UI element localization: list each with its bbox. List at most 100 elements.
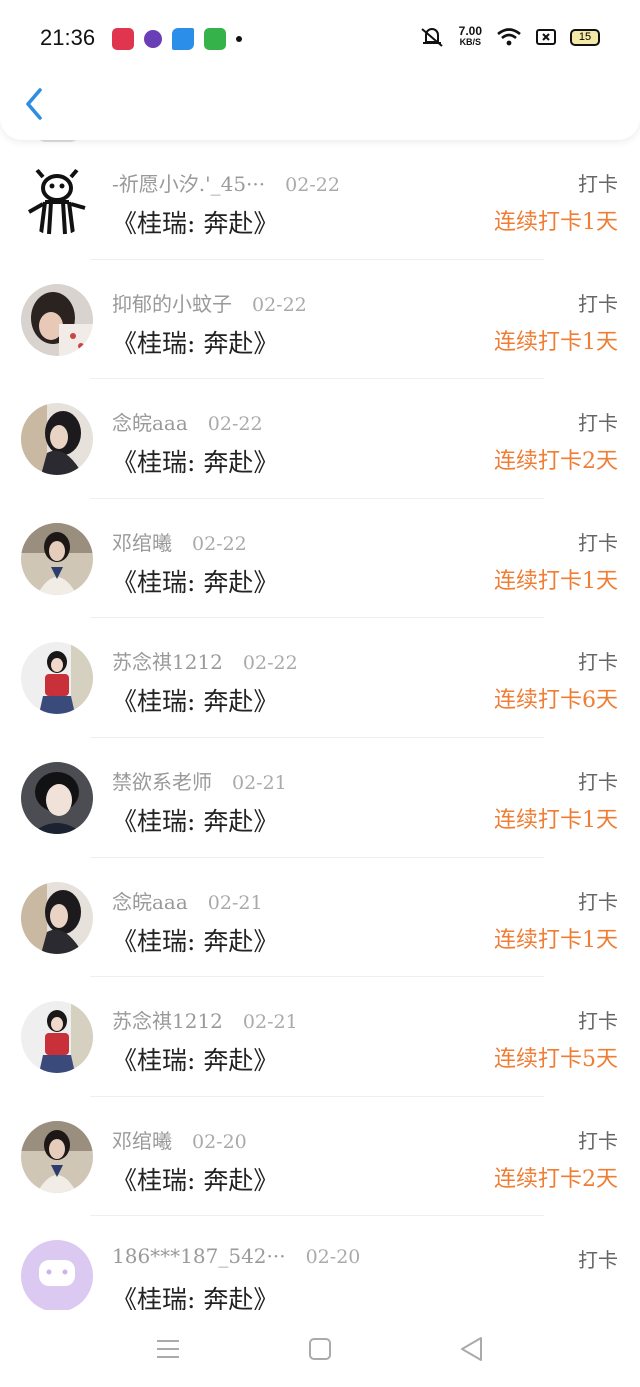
avatar[interactable] xyxy=(21,522,93,595)
record-type: 打卡 xyxy=(578,530,618,555)
status-time: 21:36 xyxy=(40,25,96,50)
username-text: 抑郁的小蚊子 xyxy=(112,291,232,316)
store-app-icon xyxy=(204,28,226,50)
streak-label: 连续打卡6天 xyxy=(494,688,618,714)
record-type: 打卡 xyxy=(578,1009,618,1034)
avatar[interactable] xyxy=(21,283,93,356)
list-item[interactable]: -祈愿小汐.'_45··· 02-22 《桂瑞: 奔赴》 打卡连续打卡1天 xyxy=(0,140,640,260)
chat-app-icon xyxy=(144,30,162,48)
book-title: 《桂瑞: 奔赴》 xyxy=(112,209,279,238)
username[interactable]: 苏念祺1212 02-22 xyxy=(112,646,298,675)
back-triangle-icon[interactable] xyxy=(457,1334,487,1364)
username[interactable]: 186***187_542··· 02-20 xyxy=(112,1244,360,1268)
record-type: 打卡 xyxy=(578,1128,618,1153)
book-title: 《桂瑞: 奔赴》 xyxy=(112,687,279,717)
list-item[interactable]: 邓绾曦 02-22 《桂瑞: 奔赴》 打卡连续打卡1天 xyxy=(0,499,640,619)
username[interactable]: 念皖aaa 02-22 xyxy=(112,407,263,436)
menu-icon[interactable] xyxy=(153,1334,183,1364)
book-title: 《桂瑞: 奔赴》 xyxy=(112,328,279,358)
streak-label: 连续打卡1天 xyxy=(494,329,618,355)
username-text: 邓绾曦 xyxy=(112,1128,172,1153)
system-nav-bar xyxy=(0,1310,640,1387)
checkin-date: 02-22 xyxy=(285,174,340,196)
book-title: 《桂瑞: 奔赴》 xyxy=(112,806,279,836)
header-card: 21:36 7.00 KB/S 15 xyxy=(0,0,640,140)
checkin-date: 02-21 xyxy=(242,1011,298,1034)
checkin-date: 02-20 xyxy=(192,1130,247,1153)
streak-label: 连续打卡5天 xyxy=(494,1047,618,1073)
username[interactable]: 苏念祺1212 02-21 xyxy=(112,1005,298,1034)
checkin-date: 02-20 xyxy=(305,1246,361,1269)
browser-app-icon xyxy=(172,28,194,50)
list-item[interactable]: 念皖aaa 02-21 《桂瑞: 奔赴》 打卡连续打卡1天 xyxy=(0,858,640,978)
username[interactable]: 邓绾曦 02-20 xyxy=(112,1125,247,1154)
network-speed-unit: KB/S xyxy=(459,37,482,47)
list-item[interactable]: 念皖aaa 02-22 《桂瑞: 奔赴》 打卡连续打卡2天 xyxy=(0,379,640,499)
username[interactable]: 邓绾曦 02-22 xyxy=(112,527,247,556)
checkin-date: 02-22 xyxy=(252,293,307,316)
username-text: -祈愿小汐.'_45··· xyxy=(112,172,266,196)
sim-icon xyxy=(536,29,556,45)
avatar[interactable] xyxy=(21,761,93,834)
checkin-date: 02-21 xyxy=(232,771,287,794)
avatar[interactable] xyxy=(21,1240,93,1313)
avatar[interactable] xyxy=(21,881,93,954)
checkin-date: 02-22 xyxy=(192,532,247,555)
record-type: 打卡 xyxy=(578,291,618,316)
list-item[interactable]: 苏念祺1212 02-21 《桂瑞: 奔赴》 打卡连续打卡5天 xyxy=(0,977,640,1097)
notification-icons xyxy=(112,28,242,50)
username-text: 苏念祺1212 xyxy=(112,1009,223,1034)
list-item[interactable]: 抑郁的小蚊子 02-22 《桂瑞: 奔赴》 打卡连续打卡1天 xyxy=(0,260,640,380)
record-type: 打卡 xyxy=(578,650,618,675)
avatar[interactable] xyxy=(21,164,93,236)
streak-label: 连续打卡1天 xyxy=(494,927,618,953)
checkin-date: 02-21 xyxy=(207,891,263,914)
avatar[interactable] xyxy=(21,1001,93,1074)
wifi-icon xyxy=(497,28,521,46)
streak-label: 连续打卡1天 xyxy=(494,807,618,833)
home-square-icon[interactable] xyxy=(305,1334,335,1364)
checkin-list: -祈愿小汐.'_45··· 02-22 《桂瑞: 奔赴》 打卡 连续打卡1天 抑郁的小蚊子… xyxy=(0,132,640,1336)
list-item[interactable]: 邓绾曦 02-20 《桂瑞: 奔赴》 打卡连续打卡2天 xyxy=(0,1097,640,1217)
book-title: 《桂瑞: 奔赴》 xyxy=(112,448,279,478)
video-app-icon xyxy=(112,28,134,50)
username[interactable]: 念皖aaa 02-21 xyxy=(112,886,263,915)
username-text: 邓绾曦 xyxy=(112,530,172,555)
checkin-date: 02-22 xyxy=(207,413,263,436)
list-item[interactable]: 禁欲系老师 02-21 《桂瑞: 奔赴》 打卡连续打卡1天 xyxy=(0,738,640,858)
status-bar: 21:36 7.00 KB/S 15 xyxy=(0,0,640,80)
record-type: 打卡 xyxy=(578,1248,618,1273)
record-type: 打卡 xyxy=(578,411,618,436)
username[interactable]: 抑郁的小蚊子 02-22 xyxy=(112,288,307,317)
username[interactable]: 禁欲系老师 02-21 xyxy=(112,766,287,795)
back-icon[interactable] xyxy=(20,86,50,122)
book-title: 《桂瑞: 奔赴》 xyxy=(112,1165,279,1195)
avatar[interactable] xyxy=(21,403,93,476)
record-type: 打卡 xyxy=(578,172,618,196)
book-title: 《桂瑞: 奔赴》 xyxy=(112,567,279,597)
book-title: 《桂瑞: 奔赴》 xyxy=(112,926,279,956)
system-icons: 7.00 KB/S 15 xyxy=(419,24,600,48)
username-text: 186***187_542··· xyxy=(112,1244,286,1269)
more-notifications-dot xyxy=(236,36,242,42)
network-speed-value: 7.00 xyxy=(458,24,482,38)
username[interactable]: -祈愿小汐.'_45··· 02-22 xyxy=(112,168,340,197)
streak-label: 连续打卡1天 xyxy=(494,210,618,235)
record-type: 打卡 xyxy=(578,769,618,794)
username-text: 禁欲系老师 xyxy=(112,769,212,794)
streak-label: 连续打卡1天 xyxy=(494,568,618,594)
battery-indicator: 15 xyxy=(570,28,600,46)
avatar[interactable] xyxy=(21,642,93,715)
checkin-date: 02-22 xyxy=(242,652,298,675)
list-item[interactable]: 苏念祺1212 02-22 《桂瑞: 奔赴》 打卡连续打卡6天 xyxy=(0,618,640,738)
username-text: 苏念祺1212 xyxy=(112,650,223,675)
avatar[interactable] xyxy=(21,1120,93,1193)
streak-label: 连续打卡2天 xyxy=(494,1166,618,1192)
record-type: 打卡 xyxy=(578,889,618,914)
network-speed: 7.00 KB/S xyxy=(458,24,482,48)
streak-label: 连续打卡2天 xyxy=(494,449,618,475)
mute-bell-icon xyxy=(420,28,443,47)
username-text: 念皖aaa xyxy=(112,889,188,914)
username-text: 念皖aaa xyxy=(112,411,188,436)
book-title: 《桂瑞: 奔赴》 xyxy=(112,1046,279,1076)
